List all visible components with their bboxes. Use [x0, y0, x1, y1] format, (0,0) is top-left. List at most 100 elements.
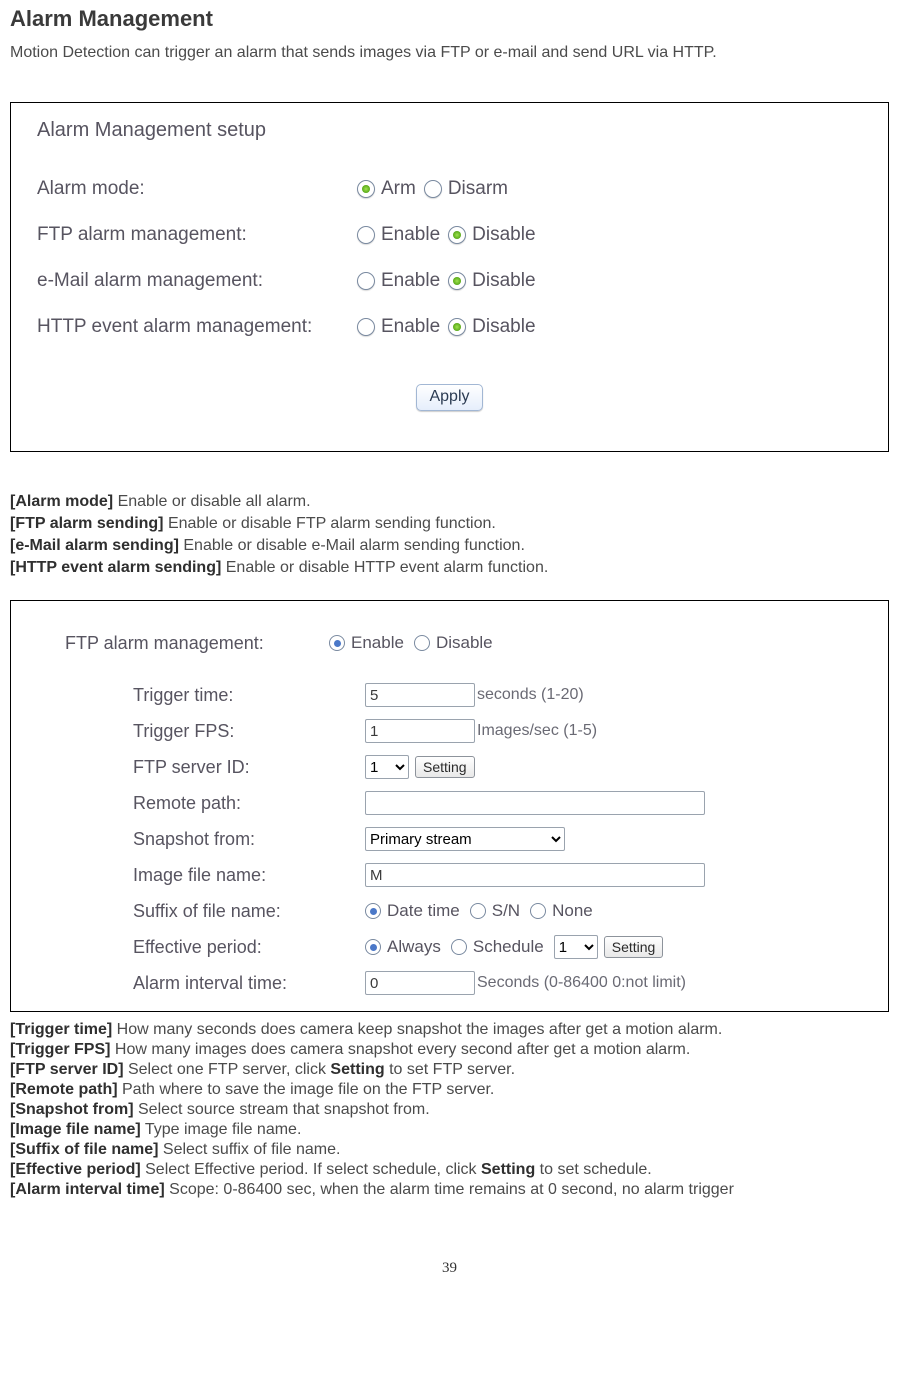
alarm-mode-disarm-radio[interactable]: Disarm — [424, 178, 508, 200]
suffix-sn-radio[interactable]: S/N — [470, 901, 520, 921]
enable-text: Enable — [381, 270, 440, 292]
def-rp-key: [Remote path] — [10, 1081, 118, 1098]
def-rp-val: Path where to save the image file on the… — [118, 1081, 495, 1098]
def-sid-val1: Select one FTP server, click — [124, 1061, 331, 1078]
trigger-time-input[interactable] — [365, 683, 475, 707]
def-tf-val: How many images does camera snapshot eve… — [110, 1041, 690, 1058]
suffix-datetime-text: Date time — [387, 901, 460, 921]
enable-text: Enable — [381, 316, 440, 338]
alarm-interval-label: Alarm interval time: — [65, 973, 365, 994]
suffix-datetime-radio[interactable]: Date time — [365, 901, 460, 921]
def-sid-val2: to set FTP server. — [385, 1061, 515, 1078]
remote-path-label: Remote path: — [65, 793, 365, 814]
disable-text: Disable — [472, 316, 535, 338]
radio-icon — [365, 939, 381, 955]
def-suf-key: [Suffix of file name] — [10, 1141, 158, 1158]
radio-icon — [448, 272, 466, 290]
def-email-key: [e-Mail alarm sending] — [10, 537, 179, 554]
http-disable-radio[interactable]: Disable — [448, 316, 535, 338]
ftp-enable-radio[interactable]: Enable — [329, 633, 404, 653]
trigger-fps-note: Images/sec (1-5) — [477, 722, 597, 740]
definitions-block-2: [Trigger time] How many seconds does cam… — [10, 1020, 889, 1200]
enable-text: Enable — [351, 633, 404, 653]
image-file-name-label: Image file name: — [65, 865, 365, 886]
ftp-server-id-label: FTP server ID: — [65, 757, 365, 778]
email-enable-radio[interactable]: Enable — [357, 270, 440, 292]
alarm-mode-arm-radio[interactable]: Arm — [357, 178, 416, 200]
def-alarm-mode-key: [Alarm mode] — [10, 493, 113, 510]
def-ftp-val: Enable or disable FTP alarm sending func… — [164, 515, 496, 532]
trigger-time-note: seconds (1-20) — [477, 686, 584, 704]
radio-icon — [365, 903, 381, 919]
def-ifn-key: [Image file name] — [10, 1121, 141, 1138]
eff-always-radio[interactable]: Always — [365, 937, 441, 957]
eff-always-text: Always — [387, 937, 441, 957]
arm-text: Arm — [381, 178, 416, 200]
def-ep-val2: to set schedule. — [535, 1161, 652, 1178]
disable-text: Disable — [436, 633, 493, 653]
ftp-disable-radio[interactable]: Disable — [414, 633, 493, 653]
radio-icon — [530, 903, 546, 919]
alarm-interval-input[interactable] — [365, 971, 475, 995]
def-ifn-val: Type image file name. — [141, 1121, 302, 1138]
def-sf-val: Select source stream that snapshot from. — [134, 1101, 430, 1118]
def-sid-bold: Setting — [330, 1061, 384, 1078]
def-http-key: [HTTP event alarm sending] — [10, 559, 221, 576]
eff-schedule-text: Schedule — [473, 937, 544, 957]
def-http-val: Enable or disable HTTP event alarm funct… — [221, 559, 548, 576]
ftp-server-setting-button[interactable]: Setting — [415, 756, 475, 778]
alarm-mode-label: Alarm mode: — [37, 178, 357, 200]
enable-text: Enable — [381, 224, 440, 246]
radio-icon — [424, 180, 442, 198]
http-enable-radio[interactable]: Enable — [357, 316, 440, 338]
suffix-label: Suffix of file name: — [65, 901, 365, 922]
def-sid-key: [FTP server ID] — [10, 1061, 124, 1078]
def-tt-key: [Trigger time] — [10, 1021, 112, 1038]
effective-period-label: Effective period: — [65, 937, 365, 958]
def-ep-val1: Select Effective period. If select sched… — [141, 1161, 481, 1178]
def-sf-key: [Snapshot from] — [10, 1101, 134, 1118]
radio-icon — [414, 635, 430, 651]
snapshot-from-select[interactable]: Primary stream — [365, 827, 565, 851]
trigger-fps-label: Trigger FPS: — [65, 721, 365, 742]
def-suf-val: Select suffix of file name. — [158, 1141, 340, 1158]
eff-schedule-radio[interactable]: Schedule — [451, 937, 544, 957]
disable-text: Disable — [472, 270, 535, 292]
alarm-interval-note: Seconds (0-86400 0:not limit) — [477, 974, 686, 992]
page-title: Alarm Management — [10, 6, 889, 32]
trigger-fps-input[interactable] — [365, 719, 475, 743]
snapshot-from-label: Snapshot from: — [65, 829, 365, 850]
ftp-server-id-select[interactable]: 1 — [365, 755, 409, 779]
suffix-none-radio[interactable]: None — [530, 901, 593, 921]
screenshot-ftp-settings: FTP alarm management: Enable Disable Tri… — [10, 600, 889, 1012]
radio-icon — [329, 635, 345, 651]
radio-icon — [448, 318, 466, 336]
radio-icon — [451, 939, 467, 955]
email-disable-radio[interactable]: Disable — [448, 270, 535, 292]
eff-setting-button[interactable]: Setting — [604, 936, 664, 958]
eff-schedule-select[interactable]: 1 — [554, 935, 598, 959]
ftp-disable-radio[interactable]: Disable — [448, 224, 535, 246]
remote-path-input[interactable] — [365, 791, 705, 815]
def-tf-key: [Trigger FPS] — [10, 1041, 110, 1058]
radio-icon — [357, 318, 375, 336]
image-file-name-input[interactable] — [365, 863, 705, 887]
def-email-val: Enable or disable e-Mail alarm sending f… — [179, 537, 525, 554]
def-ai-val: Scope: 0-86400 sec, when the alarm time … — [165, 1181, 734, 1198]
ftp-mgmt-label: FTP alarm management: — [65, 633, 329, 654]
apply-button[interactable]: Apply — [416, 384, 482, 411]
def-alarm-mode-val: Enable or disable all alarm. — [113, 493, 310, 510]
def-tt-val: How many seconds does camera keep snapsh… — [112, 1021, 722, 1038]
def-ai-key: [Alarm interval time] — [10, 1181, 165, 1198]
def-ftp-key: [FTP alarm sending] — [10, 515, 164, 532]
ftp-mgmt-label: FTP alarm management: — [37, 224, 357, 246]
setup-header: Alarm Management setup — [37, 119, 888, 142]
screenshot-alarm-setup: Alarm Management setup Alarm mode: Arm D… — [10, 102, 889, 452]
radio-icon — [357, 180, 375, 198]
radio-icon — [357, 272, 375, 290]
intro-text: Motion Detection can trigger an alarm th… — [10, 44, 889, 62]
ftp-enable-radio[interactable]: Enable — [357, 224, 440, 246]
email-mgmt-label: e-Mail alarm management: — [37, 270, 357, 292]
def-ep-key: [Effective period] — [10, 1161, 141, 1178]
def-ep-bold: Setting — [481, 1161, 535, 1178]
